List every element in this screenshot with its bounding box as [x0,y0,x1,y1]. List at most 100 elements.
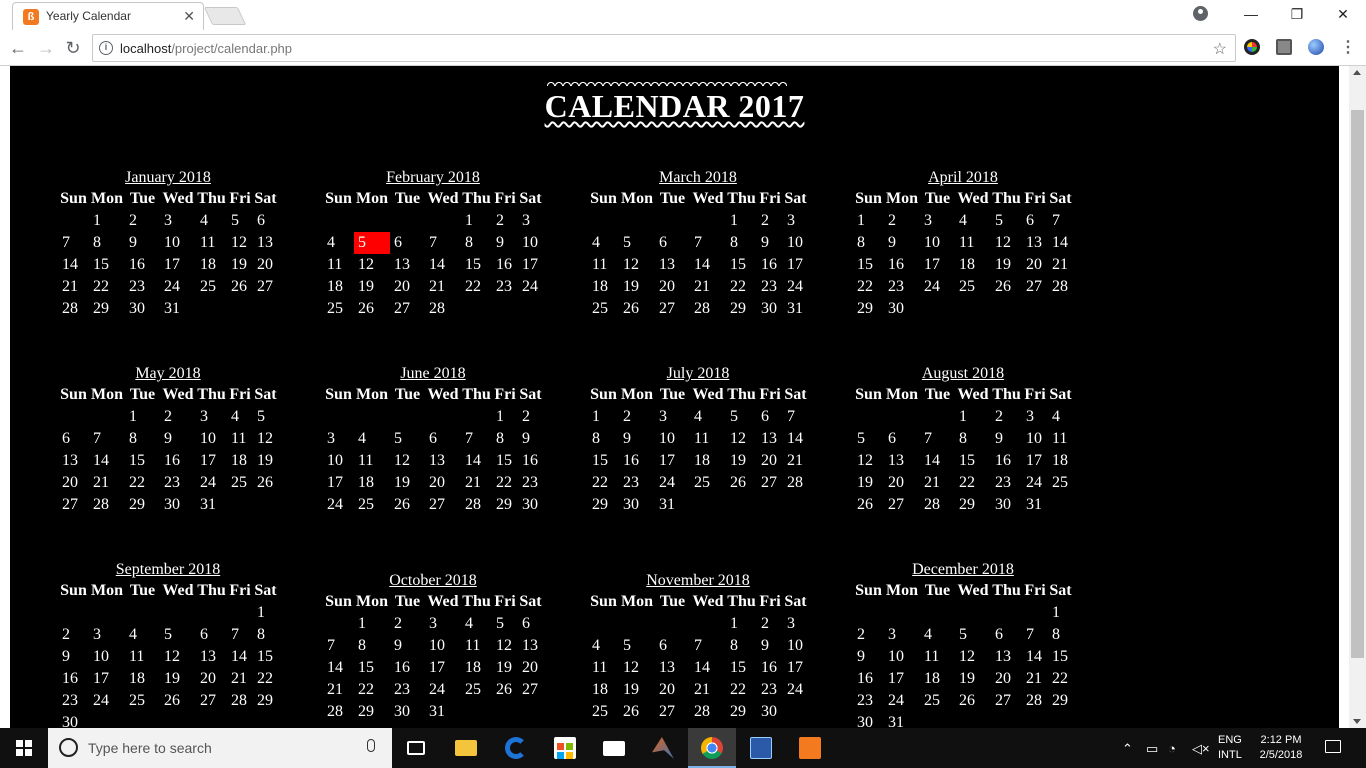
day-cell: 21 [924,474,940,491]
day-cell: 7 [787,408,795,425]
empty-day-cell [783,701,808,723]
day-cell: 3 [522,212,530,229]
day-cell: 25 [327,300,343,317]
weekday-header: Thu [197,190,226,207]
day-cell: 17 [93,670,109,687]
day-cell: 5 [623,234,631,251]
browser-tab[interactable]: ß Yearly Calendar ✕ [12,2,204,30]
wifi-icon[interactable]: ◔ [1168,741,1176,756]
tab-title: Yearly Calendar [46,9,131,23]
tray-chevron-icon[interactable]: ⌃ [1122,741,1133,757]
day-cell: 30 [62,714,78,728]
profile-icon[interactable] [1193,6,1208,21]
system-clock[interactable]: 2:12 PM 2/5/2018 [1254,733,1308,763]
day-cell: 16 [129,256,145,273]
day-cell: 26 [623,703,639,720]
empty-day-cell [1022,602,1048,624]
day-cell: 27 [659,703,675,720]
week-row: 21 22 23 24 25 26 27 [323,679,543,701]
week-row: 1 2 3 4 5 6 7 [853,210,1073,232]
empty-day-cell [1022,712,1048,728]
week-row: 29 30 [853,298,1073,320]
extension-m-icon[interactable] [1276,39,1292,55]
task-view-icon[interactable] [392,728,440,768]
matlab-icon[interactable] [639,728,687,768]
weekday-header: Sun [325,593,352,610]
week-row: 1 2 3 [588,210,808,232]
day-cell: 1 [129,408,137,425]
empty-day-cell [58,210,89,232]
day-cell: 29 [959,496,975,513]
tab-close-icon[interactable]: ✕ [183,8,195,24]
day-cell: 27 [62,496,78,513]
site-info-icon[interactable]: i [99,41,113,55]
scroll-down-icon[interactable] [1353,719,1361,724]
weekday-header: Mon [356,190,388,207]
volume-muted-icon[interactable]: ◁× [1192,741,1210,757]
extension-color-icon[interactable] [1244,39,1260,55]
edge-icon[interactable] [492,728,540,768]
day-cell: 25 [592,300,608,317]
day-cell: 9 [761,637,769,654]
file-explorer-icon[interactable] [442,728,490,768]
day-cell: 19 [231,256,247,273]
address-bar[interactable]: i localhost/project/calendar.php ☆ [92,34,1236,62]
start-button[interactable] [0,728,48,768]
reload-icon[interactable]: ↻ [61,36,85,60]
action-center-icon[interactable] [1325,740,1341,753]
day-cell: 4 [129,626,137,643]
restore-button[interactable]: ❐ [1274,0,1320,28]
devcpp-icon[interactable] [737,728,785,768]
xampp-icon[interactable] [786,728,834,768]
day-cell: 19 [496,659,512,676]
weekday-header-row: Sun Mon Tue Wed Thu Fri Sat [323,188,543,210]
weekday-header: Tue [394,386,421,403]
weekday-header: Fri [1024,190,1046,207]
month-block: September 2018 Sun Mon Tue Wed Thu Fri Sat 1 2 3 4 5… [58,559,278,728]
back-arrow-icon[interactable]: ← [6,36,30,60]
weekday-header: Sun [855,190,882,207]
window-close-button[interactable]: ✕ [1320,0,1366,28]
weekday-header: Fri [759,386,781,403]
day-cell: 12 [257,430,273,447]
week-row: 16 17 18 19 20 21 22 [853,668,1073,690]
empty-day-cell [253,298,278,320]
mail-icon[interactable] [590,728,638,768]
extension-globe-icon[interactable] [1308,39,1324,55]
url-text[interactable]: localhost/project/calendar.php [120,41,292,56]
weekday-header: Sat [784,386,807,403]
weekday-header: Tue [659,386,686,403]
taskbar-search-box[interactable]: Type here to search [48,728,392,768]
day-cell: 18 [592,681,608,698]
day-cell: 9 [522,430,530,447]
week-row: 9 10 11 12 13 14 15 [853,646,1073,668]
weekday-header: Thu [992,190,1021,207]
chrome-menu-icon[interactable]: ⋮ [1340,37,1356,57]
vertical-scrollbar[interactable] [1349,66,1366,728]
battery-icon[interactable]: ▭ [1146,741,1158,757]
bookmark-star-icon[interactable]: ☆ [1213,39,1227,59]
day-cell: 1 [857,212,865,229]
scroll-thumb[interactable] [1351,110,1364,658]
weekday-header: Tue [659,190,686,207]
new-tab-button[interactable] [203,7,247,25]
chrome-icon[interactable] [688,728,736,768]
forward-arrow-icon[interactable]: → [34,36,58,60]
microphone-icon[interactable] [367,739,375,752]
scroll-up-icon[interactable] [1353,70,1361,75]
day-cell: 14 [62,256,78,273]
day-cell: 8 [1052,626,1060,643]
day-cell: 25 [924,692,940,709]
store-icon[interactable] [541,728,589,768]
minimize-button[interactable]: — [1228,0,1274,28]
weekday-header-row: Sun Mon Tue Wed Thu Fri Sat [588,384,808,406]
month-block: March 2018 Sun Mon Tue Wed Thu Fri Sat 1 2 3 4 5 6 7 8 9… [588,167,808,320]
day-cell: 3 [787,212,795,229]
day-cell: 27 [522,681,538,698]
week-row: 16 17 18 19 20 21 22 [58,668,278,690]
weekday-header: Thu [727,386,756,403]
empty-day-cell [125,602,160,624]
weekday-header: Thu [992,386,1021,403]
input-language[interactable]: ENG INTL [1218,733,1242,763]
day-cell: 25 [592,703,608,720]
